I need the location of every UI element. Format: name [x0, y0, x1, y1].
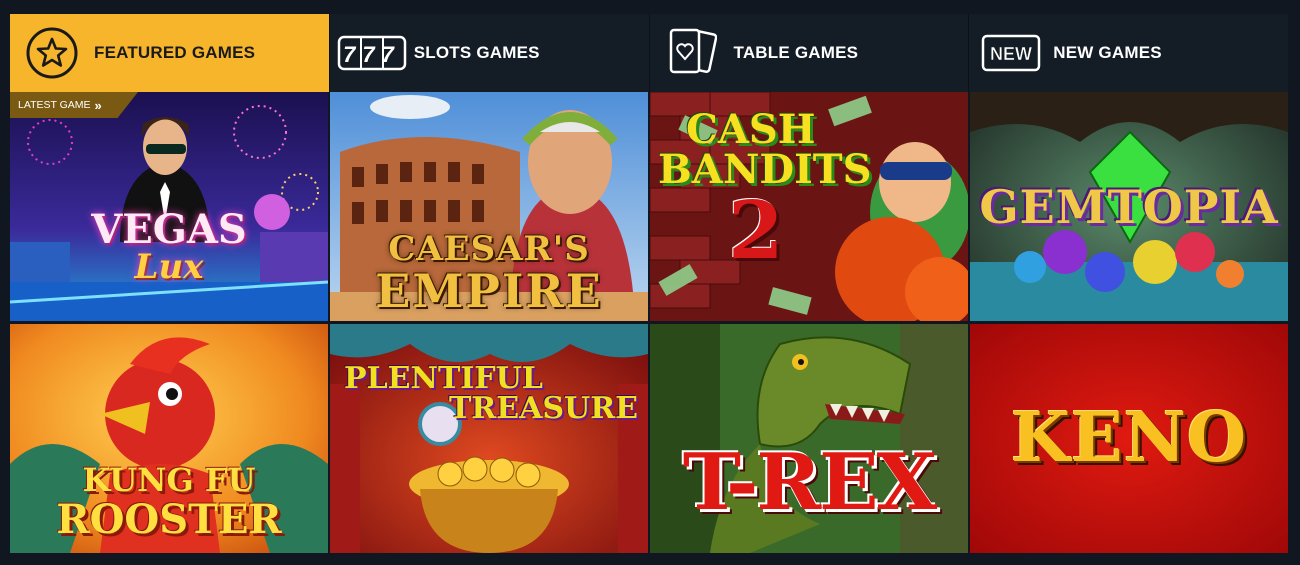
game-title: KUNG FU ROOSTER — [10, 464, 328, 540]
game-artwork — [330, 324, 648, 553]
title-line-1: VEGAS — [91, 206, 247, 253]
title-line-3: 2 — [728, 183, 784, 277]
slots-777-icon: 777 — [330, 35, 414, 71]
title-line-1: KUNG FU — [82, 461, 256, 499]
game-title: PLENTIFUL TREASURE — [330, 364, 648, 424]
title-line-1: CASH — [686, 106, 816, 153]
title-line-2: BANDITS — [658, 146, 872, 193]
game-title: CASH BANDITS 2 — [658, 106, 968, 277]
game-tile-t-rex[interactable]: T-REX — [650, 324, 968, 553]
tab-featured-games[interactable]: FEATURED GAMES — [10, 14, 330, 92]
title-line-2: ROOSTER — [56, 496, 282, 543]
new-icon-text: NEW — [990, 44, 1032, 64]
game-tile-kung-fu-rooster[interactable]: KUNG FU ROOSTER — [10, 324, 328, 553]
game-tile-caesars-empire[interactable]: CAESAR'S EMPIRE — [330, 92, 648, 321]
latest-game-ribbon: LATEST GAME » — [10, 92, 138, 118]
title-line-2: Lux — [134, 247, 204, 287]
tab-new-games[interactable]: NEW NEW GAMES — [969, 14, 1288, 92]
game-title: GEMTOPIA — [970, 184, 1288, 230]
slots-icon-text: 777 — [343, 42, 401, 67]
tab-label: SLOTS GAMES — [413, 43, 540, 62]
title-line-1: KENO — [1010, 398, 1248, 478]
game-tile-cash-bandits-2[interactable]: CASH BANDITS 2 — [650, 92, 968, 321]
games-section: FEATURED GAMES 777 SLOTS GAMES TABLE GAM… — [10, 14, 1288, 553]
tab-slots-games[interactable]: 777 SLOTS GAMES — [329, 14, 650, 92]
games-grid: LATEST GAME » VEGAS Lux CAESAR'S EMPIRE … — [10, 92, 1288, 553]
game-title: KENO — [970, 404, 1288, 472]
star-icon — [10, 26, 94, 80]
tab-label: TABLE GAMES — [733, 43, 859, 62]
title-line-2: TREASURE — [448, 391, 638, 426]
title-line-1: PLENTIFUL — [344, 361, 543, 396]
playing-cards-icon — [650, 26, 734, 80]
double-chevron-icon: » — [94, 97, 102, 113]
game-title: T-REX — [650, 444, 968, 522]
category-tabs: FEATURED GAMES 777 SLOTS GAMES TABLE GAM… — [10, 14, 1288, 92]
game-tile-plentiful-treasure[interactable]: PLENTIFUL TREASURE — [330, 324, 648, 553]
title-line-2: EMPIRE — [375, 264, 603, 318]
title-line-1: T-REX — [682, 437, 937, 528]
game-title: CAESAR'S EMPIRE — [330, 232, 648, 314]
game-tile-keno[interactable]: KENO — [970, 324, 1288, 553]
game-title: VEGAS Lux — [10, 206, 328, 287]
tab-label: FEATURED GAMES — [94, 43, 256, 62]
title-line-1: GEMTOPIA — [979, 180, 1279, 234]
game-tile-vegas-lux[interactable]: LATEST GAME » VEGAS Lux — [10, 92, 328, 321]
title-line-1: CAESAR'S — [388, 229, 590, 269]
tab-label: NEW GAMES — [1053, 43, 1162, 62]
ribbon-text: LATEST GAME — [18, 99, 91, 111]
new-badge-icon: NEW — [969, 34, 1053, 72]
tab-table-games[interactable]: TABLE GAMES — [649, 14, 970, 92]
game-tile-gemtopia[interactable]: GEMTOPIA — [970, 92, 1288, 321]
